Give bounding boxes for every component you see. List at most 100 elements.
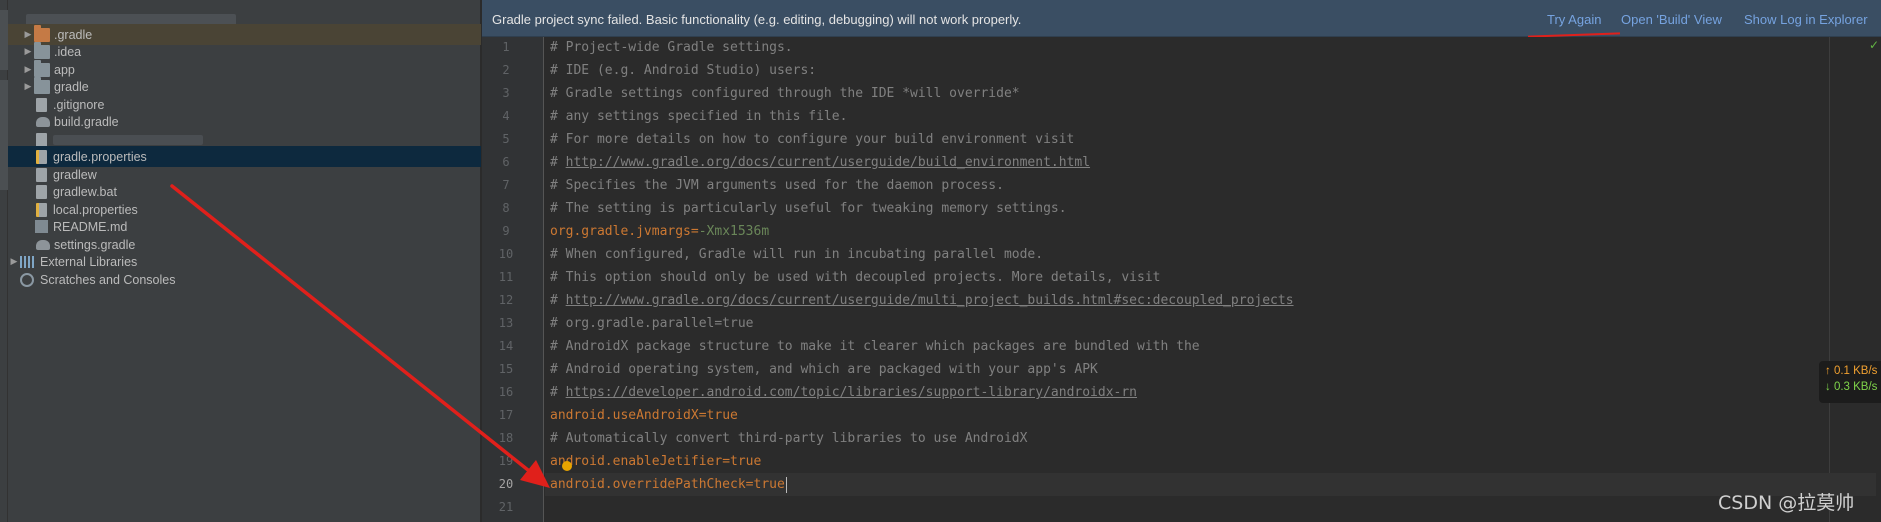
comment: # Gradle settings configured through the…	[550, 86, 1020, 101]
tree-item-label: gradlew.bat	[53, 184, 117, 199]
code-line-6[interactable]: # http://www.gradle.org/docs/current/use…	[550, 151, 1090, 174]
property-key: org.gradle.jvmargs	[550, 224, 691, 239]
markdown-icon	[35, 220, 48, 233]
resource-manager-tool-tab[interactable]	[0, 80, 8, 190]
code-line-5[interactable]: # For more details on how to configure y…	[550, 128, 1074, 151]
comment: # Project-wide Gradle settings.	[550, 40, 793, 55]
expand-arrow-icon[interactable]: ▶	[8, 256, 20, 267]
project-panel: ▶ .gradle ▶ .idea ▶ app ▶ gradle .gitign…	[8, 0, 481, 522]
code-line-14[interactable]: # AndroidX package structure to make it …	[550, 335, 1200, 358]
line-number: 16	[498, 385, 514, 399]
scratch-icon	[20, 272, 34, 287]
code-line-2[interactable]: # IDE (e.g. Android Studio) users:	[550, 59, 816, 82]
doc-link[interactable]: http://www.gradle.org/docs/current/userg…	[566, 293, 1294, 308]
property-value: true	[753, 477, 785, 492]
line-number: 1	[502, 40, 510, 54]
code-line-13[interactable]: # org.gradle.parallel=true	[550, 312, 754, 335]
comment: # When configured, Gradle will run in in…	[550, 247, 1044, 262]
line-number: 20	[498, 477, 514, 491]
try-again-link[interactable]: Try Again	[1547, 12, 1601, 27]
code-line-12[interactable]: # http://www.gradle.org/docs/current/use…	[550, 289, 1294, 312]
comment: # Android operating system, and which ar…	[550, 362, 1098, 377]
line-number: 18	[498, 431, 514, 445]
code-line-8[interactable]: # The setting is particularly useful for…	[550, 197, 1067, 220]
text-caret	[785, 476, 787, 493]
code-line-11[interactable]: # This option should only be used with d…	[550, 266, 1160, 289]
line-number-gutter: 1 2 3 4 5 6 7 8 9 10 11 12 13 14 15 16 1…	[482, 37, 544, 522]
csdn-watermark: CSDN @拉莫帅	[1718, 492, 1855, 514]
tree-item-label: External Libraries	[40, 254, 138, 269]
line-number: 6	[502, 155, 510, 169]
line-number: 19	[498, 454, 514, 468]
doc-link[interactable]: http://www.gradle.org/docs/current/userg…	[566, 155, 1090, 170]
comment: # Automatically convert third-party libr…	[550, 431, 1028, 446]
tree-item-label: Scratches and Consoles	[40, 272, 176, 287]
property-key: android.enableJetifier	[550, 454, 723, 469]
doc-link[interactable]: https://developer.android.com/topic/libr…	[566, 385, 1137, 400]
line-number: 12	[498, 293, 514, 307]
folder-icon	[34, 24, 50, 42]
line-number: 17	[498, 408, 514, 422]
code-line-9[interactable]: org.gradle.jvmargs=-Xmx1536m	[550, 220, 769, 243]
code-line-3[interactable]: # Gradle settings configured through the…	[550, 82, 1020, 105]
properties-file-icon	[36, 149, 47, 164]
line-number: 8	[502, 201, 510, 215]
gradle-icon	[36, 116, 50, 127]
code-line-16[interactable]: # https://developer.android.com/topic/li…	[550, 381, 1137, 404]
tree-item-label: .gitignore	[53, 97, 105, 112]
tree-item-label: gradle.properties	[53, 149, 147, 164]
folder-icon	[34, 76, 50, 94]
code-editor[interactable]: 1 2 3 4 5 6 7 8 9 10 11 12 13 14 15 16 1…	[482, 37, 1881, 522]
comment-prefix: #	[550, 385, 566, 400]
properties-file-icon	[36, 202, 47, 217]
open-build-view-link[interactable]: Open 'Build' View	[1621, 12, 1722, 27]
upload-speed: ↑ 0.1 KB/s	[1825, 365, 1878, 377]
right-margin-guide	[1829, 37, 1830, 522]
project-tool-tab[interactable]	[0, 10, 8, 70]
show-log-in-explorer-link[interactable]: Show Log in Explorer	[1744, 12, 1868, 27]
equals-sign: =	[698, 408, 707, 423]
gradle-sync-failed-banner: Gradle project sync failed. Basic functi…	[482, 0, 1881, 37]
library-icon	[20, 255, 34, 268]
equals-sign: =	[690, 224, 699, 239]
sync-failed-message: Gradle project sync failed. Basic functi…	[492, 12, 1022, 27]
comment-prefix: #	[550, 155, 566, 170]
left-tool-strip	[0, 0, 8, 522]
tree-item-scratches[interactable]: Scratches and Consoles	[8, 269, 481, 290]
line-number: 9	[502, 224, 510, 238]
expand-arrow-icon[interactable]: ▶	[22, 46, 34, 57]
line-number: 2	[502, 63, 510, 77]
file-icon	[36, 184, 47, 199]
code-line-15[interactable]: # Android operating system, and which ar…	[550, 358, 1098, 381]
tree-item-label: .idea	[54, 44, 82, 59]
code-line-10[interactable]: # When configured, Gradle will run in in…	[550, 243, 1043, 266]
folder-icon	[34, 59, 50, 77]
line-number: 21	[498, 500, 514, 514]
expand-arrow-icon[interactable]: ▶	[22, 64, 34, 75]
lightbulb-intention-icon[interactable]	[562, 461, 572, 471]
file-icon	[36, 167, 47, 182]
code-line-4[interactable]: # any settings specified in this file.	[550, 105, 847, 128]
code-line-19[interactable]: android.enableJetifier=true	[550, 450, 761, 473]
property-key: android.useAndroidX	[550, 408, 699, 423]
expand-arrow-icon[interactable]: ▶	[22, 81, 34, 92]
tree-item-label: build.gradle	[54, 114, 119, 129]
inspection-ok-check-icon[interactable]: ✓	[1869, 38, 1879, 52]
code-line-1[interactable]: # Project-wide Gradle settings.	[550, 36, 793, 59]
line-number: 5	[502, 132, 510, 146]
property-key: android.overridePathCheck	[550, 477, 746, 492]
code-line-18[interactable]: # Automatically convert third-party libr…	[550, 427, 1027, 450]
code-line-17[interactable]: android.useAndroidX=true	[550, 404, 738, 427]
code-line-20[interactable]: android.overridePathCheck=true	[545, 473, 1876, 496]
expand-arrow-icon[interactable]: ▶	[22, 29, 34, 40]
property-value: true	[730, 454, 762, 469]
line-number: 10	[498, 247, 514, 261]
comment: # AndroidX package structure to make it …	[550, 339, 1200, 354]
comment: # IDE (e.g. Android Studio) users:	[550, 63, 817, 78]
comment: # Specifies the JVM arguments used for t…	[550, 178, 1004, 193]
tree-item-label: .gradle	[54, 27, 93, 42]
network-speed-widget: ↑ 0.1 KB/s ↓ 0.3 KB/s	[1819, 361, 1881, 403]
comment-prefix: #	[550, 293, 566, 308]
code-line-7[interactable]: # Specifies the JVM arguments used for t…	[550, 174, 1004, 197]
tree-item-label: gradlew	[53, 167, 97, 182]
